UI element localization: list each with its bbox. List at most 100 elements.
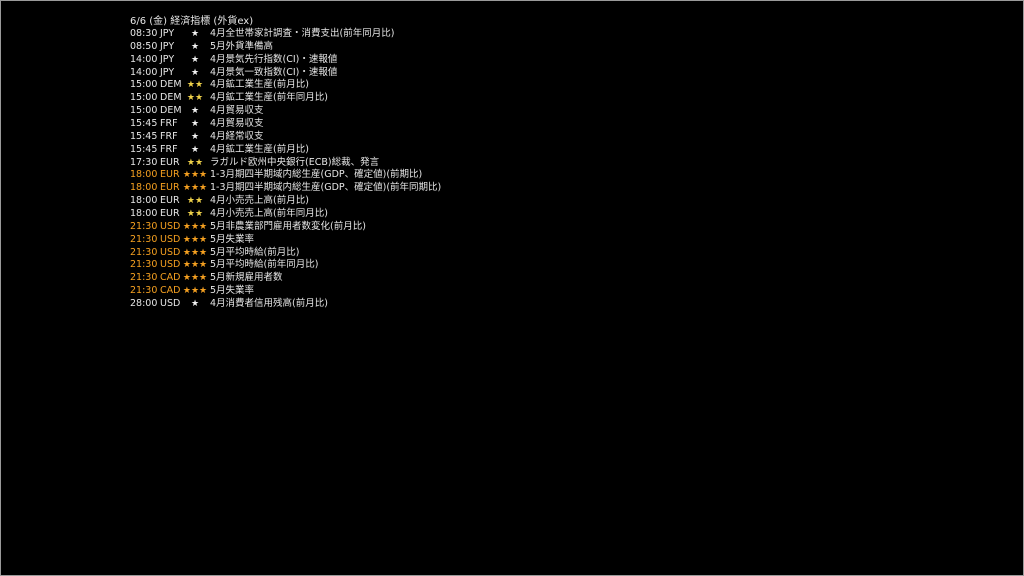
- importance-stars-icon: ★: [190, 119, 200, 130]
- importance-stars-icon: ★: [190, 144, 200, 155]
- event-row: 18:00 EUR ★★★ 1-3月期四半期域内総生産(GDP、確定値)(前期比): [130, 169, 730, 182]
- event-currency: JPY: [160, 66, 175, 78]
- event-row: 08:50 JPY ★ 5月外貨準備高: [130, 41, 730, 54]
- event-time: 15:00: [130, 79, 158, 91]
- event-currency: JPY: [160, 53, 175, 65]
- event-row: 28:00 USD ★ 4月消費者信用残高(前月比): [130, 298, 730, 311]
- event-title: 5月非農業部門雇用者数変化(前月比): [210, 220, 366, 232]
- importance-stars-icon: ★★: [186, 157, 204, 168]
- importance-stars-icon: ★★: [186, 80, 204, 91]
- event-time: 18:00: [130, 182, 158, 194]
- importance-stars-icon: ★: [190, 54, 200, 65]
- event-row: 21:30 USD ★★★ 5月平均時給(前月比): [130, 247, 730, 260]
- event-row: 21:30 CAD ★★★ 5月新規雇用者数: [130, 272, 730, 285]
- event-row: 21:30 USD ★★★ 5月平均時給(前年同月比): [130, 259, 730, 272]
- event-time: 15:00: [130, 92, 158, 104]
- importance-stars-icon: ★: [190, 29, 200, 39]
- importance-stars-icon: ★★★: [182, 286, 208, 297]
- event-currency: FRF: [160, 143, 178, 155]
- event-time: 18:00: [130, 169, 158, 181]
- event-title: 4月貿易収支: [210, 105, 264, 117]
- event-title: ラガルド欧州中央銀行(ECB)総裁、発言: [210, 156, 380, 168]
- event-time: 15:00: [130, 105, 158, 117]
- event-row: 21:30 USD ★★★ 5月失業率: [130, 234, 730, 247]
- event-row: 15:00 DEM ★★ 4月鉱工業生産(前月比): [130, 79, 730, 92]
- event-currency: USD: [160, 259, 181, 271]
- event-title: 5月平均時給(前月比): [210, 246, 300, 258]
- event-title: 5月失業率: [210, 285, 255, 297]
- event-currency: DEM: [160, 105, 182, 117]
- event-currency: DEM: [160, 92, 182, 104]
- event-row: 15:45 FRF ★ 4月鉱工業生産(前月比): [130, 144, 730, 157]
- event-title: 4月小売売上高(前月比): [210, 195, 309, 207]
- importance-stars-icon: ★★: [186, 209, 204, 220]
- importance-stars-icon: ★★★: [182, 273, 208, 284]
- event-currency: EUR: [160, 169, 180, 181]
- event-title: 1-3月期四半期域内総生産(GDP、確定値)(前年同期比): [210, 182, 442, 194]
- event-currency: CAD: [160, 285, 181, 297]
- importance-stars-icon: ★★★: [182, 247, 208, 258]
- event-currency: EUR: [160, 208, 180, 220]
- event-row: 21:30 CAD ★★★ 5月失業率: [130, 285, 730, 298]
- importance-stars-icon: ★★★: [182, 183, 208, 194]
- event-time: 21:30: [130, 272, 158, 284]
- event-title: 4月景気一致指数(CI)・速報値: [210, 66, 338, 78]
- event-title: 4月景気先行指数(CI)・速報値: [210, 53, 338, 65]
- event-row: 21:30 USD ★★★ 5月非農業部門雇用者数変化(前月比): [130, 221, 730, 234]
- importance-stars-icon: ★: [190, 299, 200, 310]
- event-currency: FRF: [160, 130, 178, 142]
- event-currency: USD: [160, 298, 181, 310]
- event-title: 1-3月期四半期域内総生産(GDP、確定値)(前期比): [210, 169, 423, 181]
- event-time: 08:50: [130, 40, 158, 52]
- event-row: 15:45 FRF ★ 4月経常収支: [130, 131, 730, 144]
- event-currency: USD: [160, 220, 181, 232]
- event-time: 14:00: [130, 53, 158, 65]
- event-row: 15:00 DEM ★★ 4月鉱工業生産(前年同月比): [130, 92, 730, 105]
- event-time: 17:30: [130, 156, 158, 168]
- event-currency: USD: [160, 246, 181, 258]
- event-title: 4月鉱工業生産(前年同月比): [210, 92, 328, 104]
- importance-stars-icon: ★: [190, 41, 200, 52]
- event-time: 08:30: [130, 28, 158, 39]
- event-currency: CAD: [160, 272, 181, 284]
- event-row: 18:00 EUR ★★ 4月小売売上高(前年同月比): [130, 208, 730, 221]
- screen-frame: 6/6 (金) 経済指標 (外貨ex) 08:30 JPY ★ 4月全世帯家計調査・消…: [0, 0, 1024, 576]
- event-title: 4月貿易収支: [210, 118, 264, 130]
- event-time: 18:00: [130, 195, 158, 207]
- event-time: 15:45: [130, 143, 158, 155]
- event-title: 5月平均時給(前年同月比): [210, 259, 319, 271]
- event-time: 21:30: [130, 220, 158, 232]
- event-title: 5月新規雇用者数: [210, 272, 283, 284]
- event-time: 15:45: [130, 130, 158, 142]
- event-currency: EUR: [160, 182, 180, 194]
- importance-stars-icon: ★★★: [182, 221, 208, 232]
- event-time: 21:30: [130, 259, 158, 271]
- event-currency: JPY: [160, 40, 175, 52]
- event-list: 08:30 JPY ★ 4月全世帯家計調査・消費支出(前年同月比) 08:50 JPY ★ 5…: [130, 28, 730, 311]
- event-currency: FRF: [160, 118, 178, 130]
- event-currency: USD: [160, 233, 181, 245]
- event-currency: JPY: [160, 28, 175, 39]
- event-time: 18:00: [130, 208, 158, 220]
- event-currency: DEM: [160, 79, 182, 91]
- event-currency: EUR: [160, 195, 180, 207]
- importance-stars-icon: ★★: [186, 93, 204, 104]
- event-time: 14:00: [130, 66, 158, 78]
- importance-stars-icon: ★★★: [182, 234, 208, 245]
- importance-stars-icon: ★: [190, 131, 200, 142]
- economic-calendar: 6/6 (金) 経済指標 (外貨ex) 08:30 JPY ★ 4月全世帯家計調査・消…: [130, 15, 730, 311]
- event-title: 4月鉱工業生産(前月比): [210, 143, 309, 155]
- event-row: 14:00 JPY ★ 4月景気先行指数(CI)・速報値: [130, 54, 730, 67]
- event-row: 17:30 EUR ★★ ラガルド欧州中央銀行(ECB)総裁、発言: [130, 157, 730, 170]
- event-time: 21:30: [130, 246, 158, 258]
- event-time: 21:30: [130, 233, 158, 245]
- importance-stars-icon: ★★★: [182, 170, 208, 181]
- event-title: 5月外貨準備高: [210, 40, 274, 52]
- importance-stars-icon: ★★: [186, 196, 204, 207]
- calendar-header: 6/6 (金) 経済指標 (外貨ex): [130, 16, 254, 27]
- event-row: 15:45 FRF ★ 4月貿易収支: [130, 118, 730, 131]
- event-currency: EUR: [160, 156, 180, 168]
- event-time: 15:45: [130, 118, 158, 130]
- event-title: 4月小売売上高(前年同月比): [210, 208, 328, 220]
- event-title: 4月全世帯家計調査・消費支出(前年同月比): [210, 28, 395, 39]
